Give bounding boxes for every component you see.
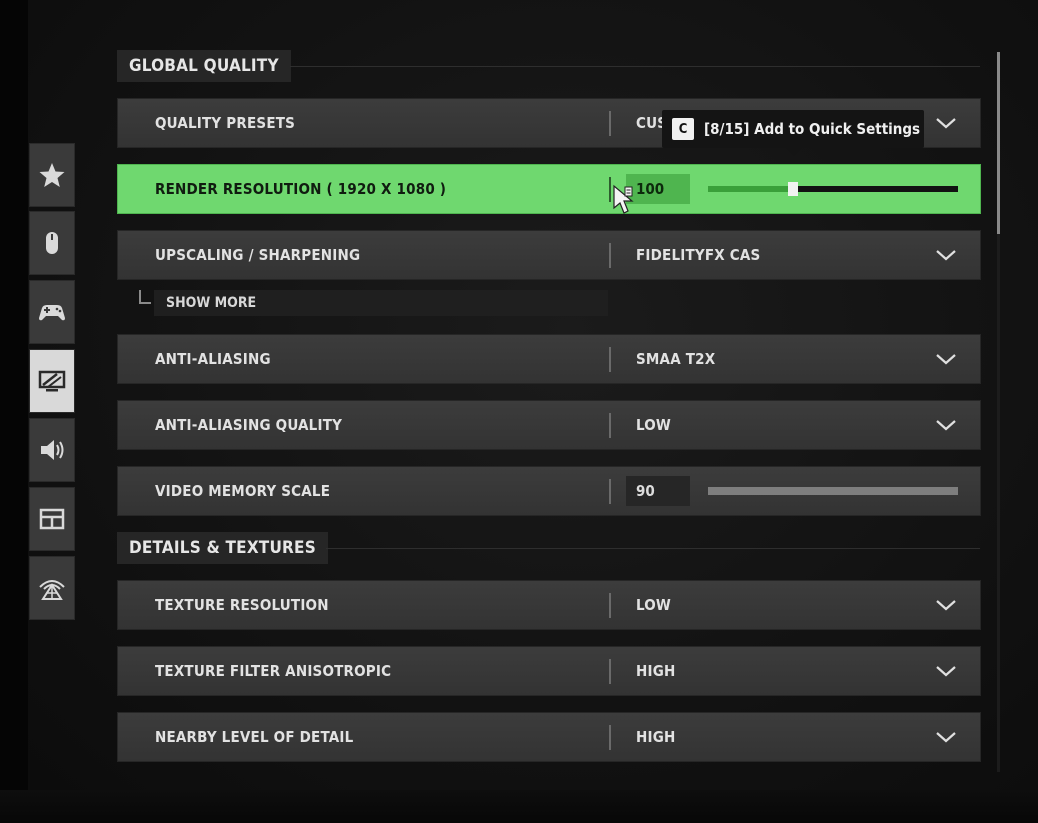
row-anti-aliasing[interactable]: ANTI-ALIASING SMAA T2X bbox=[117, 334, 981, 384]
row-label: QUALITY PRESETS bbox=[155, 114, 296, 132]
render-resolution-input[interactable]: 100 bbox=[626, 174, 690, 204]
row-label: UPSCALING / SHARPENING bbox=[155, 246, 361, 264]
chevron-down-icon[interactable] bbox=[935, 664, 957, 678]
show-more-button[interactable]: SHOW MORE bbox=[154, 290, 608, 316]
row-divider bbox=[609, 111, 611, 136]
scrollbar-thumb[interactable] bbox=[997, 52, 1000, 234]
chevron-down-icon[interactable] bbox=[935, 598, 957, 612]
dropdown-value: FIDELITYFX CAS bbox=[636, 246, 761, 264]
sidebar-tab-graphics[interactable] bbox=[29, 349, 75, 413]
row-label: ANTI-ALIASING QUALITY bbox=[155, 416, 343, 434]
layout-icon bbox=[39, 508, 65, 530]
row-texture-filter-anisotropic[interactable]: TEXTURE FILTER ANISOTROPIC HIGH bbox=[117, 646, 981, 696]
row-divider bbox=[609, 479, 611, 504]
dropdown-value: LOW bbox=[636, 416, 672, 434]
chevron-down-icon[interactable] bbox=[935, 352, 957, 366]
row-divider bbox=[609, 725, 611, 750]
row-label: ANTI-ALIASING bbox=[155, 350, 271, 368]
render-resolution-slider[interactable] bbox=[708, 182, 958, 196]
dropdown-value: HIGH bbox=[636, 728, 676, 746]
gamepad-icon bbox=[39, 305, 65, 321]
dropdown-value: HIGH bbox=[636, 662, 676, 680]
row-divider bbox=[609, 593, 611, 618]
row-upscaling-sharpening[interactable]: UPSCALING / SHARPENING FIDELITYFX CAS bbox=[117, 230, 981, 280]
screen-edge-left bbox=[0, 0, 28, 823]
video-memory-scale-input[interactable]: 90 bbox=[626, 476, 690, 506]
tooltip-text: [8/15] Add to Quick Settings bbox=[704, 120, 921, 138]
sidebar-tab-mouse[interactable] bbox=[29, 211, 75, 275]
row-label: RENDER RESOLUTION ( 1920 X 1080 ) bbox=[155, 180, 447, 198]
row-divider bbox=[609, 243, 611, 268]
tree-branch-line bbox=[139, 290, 151, 304]
speaker-icon bbox=[41, 440, 64, 460]
row-render-resolution[interactable]: RENDER RESOLUTION ( 1920 X 1080 ) 100 bbox=[117, 164, 981, 214]
slider-fill bbox=[708, 186, 793, 192]
row-label: TEXTURE FILTER ANISOTROPIC bbox=[155, 662, 392, 680]
row-divider bbox=[609, 413, 611, 438]
chevron-down-icon[interactable] bbox=[935, 418, 957, 432]
dropdown-value: LOW bbox=[636, 596, 672, 614]
row-label: NEARBY LEVEL OF DETAIL bbox=[155, 728, 354, 746]
row-video-memory-scale[interactable]: VIDEO MEMORY SCALE 90 bbox=[117, 466, 981, 516]
slider-thumb[interactable] bbox=[788, 182, 798, 196]
quick-settings-tooltip: C [8/15] Add to Quick Settings bbox=[662, 110, 924, 148]
section-title-global-quality: GLOBAL QUALITY bbox=[117, 50, 291, 82]
section-title-details-textures: DETAILS & TEXTURES bbox=[117, 532, 328, 564]
screen-edge-bottom bbox=[0, 790, 1038, 823]
row-anti-aliasing-quality[interactable]: ANTI-ALIASING QUALITY LOW bbox=[117, 400, 981, 450]
row-divider bbox=[609, 659, 611, 684]
sidebar-tab-favorites[interactable] bbox=[29, 143, 75, 207]
chevron-down-icon[interactable] bbox=[935, 248, 957, 262]
sidebar-tab-audio[interactable] bbox=[29, 418, 75, 482]
keyboard-key-c: C bbox=[672, 118, 694, 140]
mouse-cursor-icon bbox=[613, 184, 634, 214]
section-divider bbox=[326, 548, 980, 549]
row-divider bbox=[609, 347, 611, 372]
star-icon bbox=[39, 163, 65, 187]
row-divider bbox=[609, 177, 611, 202]
chevron-down-icon[interactable] bbox=[935, 116, 957, 130]
network-icon bbox=[39, 580, 65, 600]
sidebar-tab-network[interactable] bbox=[29, 556, 75, 620]
row-label: TEXTURE RESOLUTION bbox=[155, 596, 329, 614]
video-memory-scale-slider[interactable] bbox=[708, 487, 958, 495]
chevron-down-icon[interactable] bbox=[935, 730, 957, 744]
row-texture-resolution[interactable]: TEXTURE RESOLUTION LOW bbox=[117, 580, 981, 630]
row-nearby-level-of-detail[interactable]: NEARBY LEVEL OF DETAIL HIGH bbox=[117, 712, 981, 762]
mouse-icon bbox=[46, 232, 58, 254]
sidebar-tab-interface[interactable] bbox=[29, 487, 75, 551]
section-divider bbox=[290, 66, 980, 67]
dropdown-value: SMAA T2X bbox=[636, 350, 716, 368]
row-label: VIDEO MEMORY SCALE bbox=[155, 482, 331, 500]
tooltip-arrow bbox=[786, 148, 802, 156]
monitor-icon bbox=[38, 370, 66, 392]
sidebar-tab-controller[interactable] bbox=[29, 280, 75, 344]
